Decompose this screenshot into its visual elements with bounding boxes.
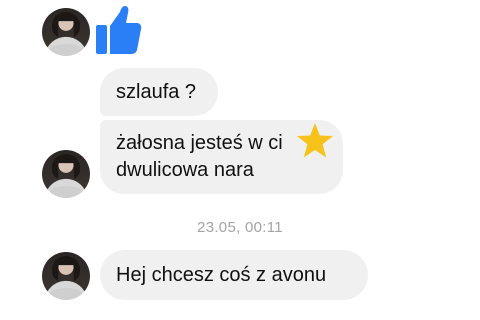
- message-timestamp: 23.05, 00:11: [197, 219, 283, 236]
- message-text: Hej chcesz coś z avonu: [116, 264, 327, 286]
- message-text: szlaufa ?: [116, 81, 197, 103]
- star-icon: [297, 123, 333, 158]
- message-bubble[interactable]: Hej chcesz coś z avonu: [100, 250, 368, 300]
- contact-avatar[interactable]: [42, 252, 90, 300]
- contact-avatar[interactable]: [42, 8, 90, 56]
- message-bubble[interactable]: szlaufa ?: [100, 68, 218, 116]
- contact-avatar[interactable]: [42, 150, 90, 198]
- message-text-line: dwulicowa nara: [116, 159, 254, 181]
- thumbs-up-icon: [96, 6, 142, 54]
